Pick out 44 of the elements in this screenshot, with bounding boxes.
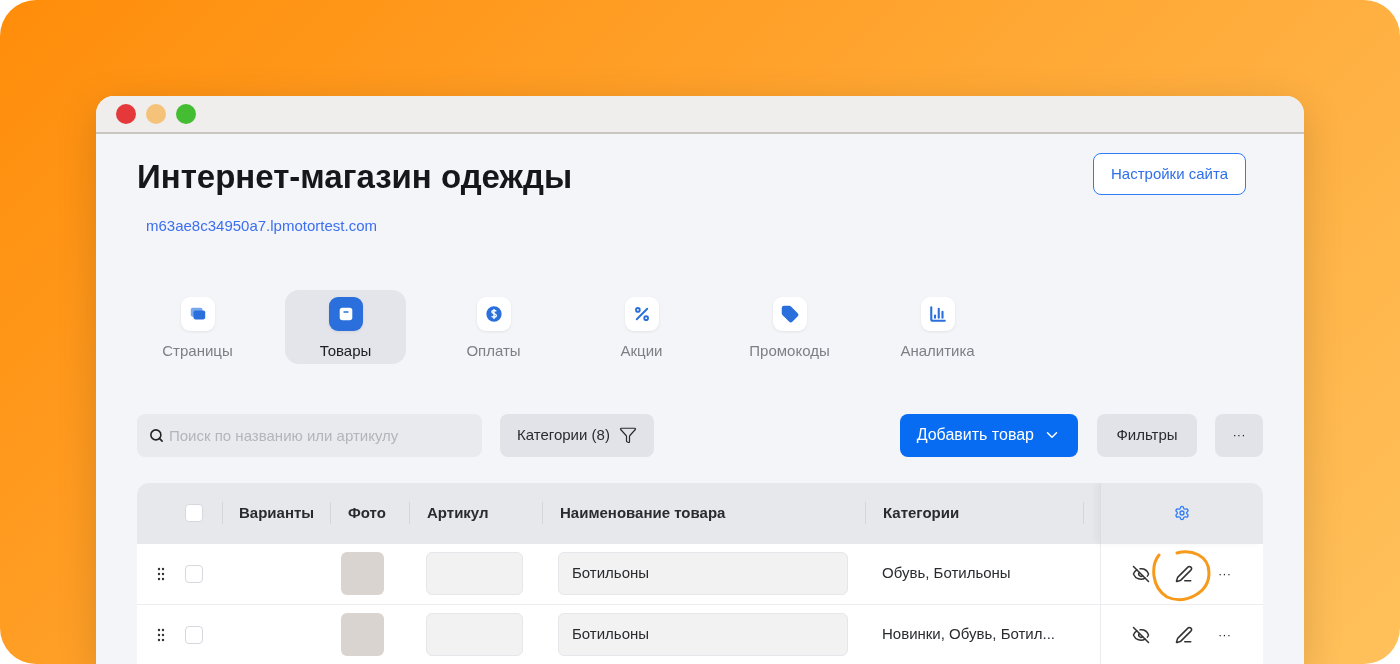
nav-tab[interactable]: Промокоды [729,289,850,364]
product-name-field[interactable]: Ботильоны [558,552,848,595]
categories-button[interactable]: Категории (8) [500,413,654,457]
checkbox[interactable] [185,564,203,583]
tag-icon [780,304,799,323]
edit-icon[interactable] [1175,625,1193,644]
eye-off-icon[interactable] [1132,564,1150,583]
search-icon [149,427,164,443]
dollar-icon [484,304,503,323]
bar-chart-icon [928,304,947,323]
more-button[interactable]: ··· [1215,413,1263,457]
checkbox[interactable] [185,504,203,522]
column-header: Варианты [238,502,315,523]
settings-icon[interactable] [1173,505,1190,521]
edit-icon[interactable] [1175,564,1193,583]
page-title: Интернет-магазин одежды [137,157,573,197]
checkbox[interactable] [185,625,203,644]
column-header: Фото [347,502,386,523]
column-header: Категории [882,502,960,523]
product-name-field[interactable]: Ботильоны [558,613,848,656]
drag-handle-icon[interactable] [157,627,165,642]
article-field[interactable] [426,552,523,595]
column-header: Наименование товара [559,502,726,523]
nav-tab[interactable]: Товары [285,289,406,364]
photo-placeholder [341,552,384,595]
nav-tab[interactable]: Аналитика [877,289,998,364]
nav-tab[interactable]: Акции [581,289,702,364]
eye-off-icon[interactable] [1132,625,1150,644]
categories-cell-text: Новинки, Обувь, Ботил... [882,624,1055,645]
row-more-button[interactable]: ··· [1218,624,1231,645]
filter-icon [618,426,637,444]
nav-tab[interactable]: Оплаты [433,289,554,364]
percent-icon [632,304,651,323]
row-more-button[interactable]: ··· [1218,563,1231,584]
article-field[interactable] [426,613,523,656]
add-product-button[interactable]: Добавить товар [899,413,1078,457]
site-link[interactable]: m63ae8c34950a7.lpmotortest.com [146,215,573,238]
photo-placeholder [341,613,384,656]
filters-button[interactable]: Фильтры [1097,413,1197,457]
column-header: Артикул [426,502,489,523]
categories-cell-text: Обувь, Ботильоны [882,563,1011,584]
site-settings-button[interactable]: Настройки сайта [1093,153,1246,195]
nav-tab[interactable]: Страницы [137,289,258,364]
drag-handle-icon[interactable] [157,566,165,581]
